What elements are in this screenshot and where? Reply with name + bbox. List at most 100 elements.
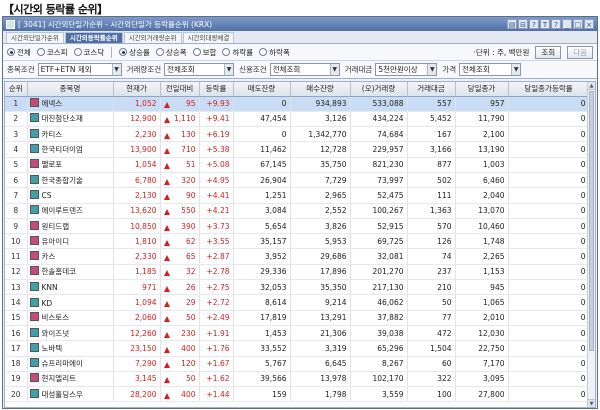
table-row[interactable]: 2 대진첨단소재 12,900 1,110 +9.41 47,454 3,126 434,22… [5,111,590,128]
help-icon[interactable]: ? [529,19,539,29]
radio-market-all[interactable]: 전체 [7,47,31,58]
maximize-icon[interactable]: □ [573,19,583,29]
stock-name[interactable]: 한솔홈데코 [42,267,77,276]
table-row[interactable]: 5 팰로포 1,054 51 +5.08 67,145 35,750 821,230 877 1,… [5,157,590,173]
table-row[interactable]: 16 와이즈넛 12,260 230 +1.91 1,453 21,306 39,038 472… [5,325,590,342]
stock-name[interactable]: 한국종합기술 [42,176,83,185]
stock-name[interactable]: 원티드랩 [42,222,70,231]
table-row[interactable]: 11 카스 2,330 65 +2.87 3,952 29,686 32,081 74 2,265… [5,248,590,265]
stock-name[interactable]: 대성홀딩스우 [42,390,83,399]
col-amount[interactable]: 거래대금 [407,82,456,97]
stock-name[interactable]: 와이즈넛 [42,329,70,338]
table-row[interactable]: 14 KD 1,094 29 +2.72 8,614 9,214 46,062 50 1,065 0 [5,294,590,311]
stock-name[interactable]: KD [42,299,53,308]
radio-market-kosdaq[interactable]: 코스닥 [73,47,104,58]
link-icon[interactable]: ▤ [507,19,517,29]
radio-fall-rate[interactable]: 하락률 [222,47,253,58]
info-icon[interactable]: ? [551,19,561,29]
cell-close: 10,460 [455,218,509,235]
radio-label: 보합 [202,47,217,57]
window-titlebar[interactable]: [ 3041] 시간외단일가순위 - 시간외단일가 등락률순위 (KRX) ▤ … [3,17,597,31]
table-row[interactable]: 12 한솔홈데코 1,185 32 +2.78 29,336 17,896 201,270 23… [5,264,590,281]
stock-name[interactable]: 에넥스 [42,99,63,108]
table-row[interactable]: 8 에이루트덴즈 13,620 550 +4.21 3,084 2,552 100,267 1,… [5,203,590,219]
radio-fall-amount[interactable]: 하락폭 [259,47,290,58]
cell-bid-qty: 3,126 [290,111,351,128]
stock-name[interactable]: CS [42,191,52,200]
cell-amount: 77 [407,310,456,326]
radio-market-kospi[interactable]: 코스피 [36,47,68,58]
table-row[interactable]: 6 한국종합기술 6,780 320 +4.95 26,904 7,729 73,997 502… [5,172,590,189]
tab-single-price-rank[interactable]: 시간외단일가순위 [6,32,64,43]
stock-name[interactable]: 한국티더이엄 [42,145,83,154]
stock-name[interactable]: 카스 [42,252,56,261]
stock-name[interactable]: 슈프리마에이 [42,359,83,368]
volume-condition-select[interactable]: 전체조회 ▼ [164,63,235,76]
cell-amount: 472 [407,325,456,342]
stock-name[interactable]: 유아이디 [42,237,70,246]
close-icon[interactable]: × [584,19,594,29]
stock-name[interactable]: 현지엘리트 [42,374,77,383]
next-button[interactable]: 다음 [567,45,593,59]
pin-icon[interactable]: T [540,19,550,29]
price-select[interactable]: 전체조회 ▼ [459,63,522,76]
scroll-down-icon[interactable]: ▼ [588,399,595,407]
col-close[interactable]: 당일종가 [455,82,509,97]
trade-amount-select[interactable]: 5천만원이상 ▼ [375,63,438,76]
cell-close-rate: 0 [508,172,590,189]
table-row[interactable]: 10 유아이디 1,810 62 +3.55 35,157 5,953 69,725 126 1,… [5,233,590,250]
col-volume[interactable]: (오)거래량 [350,82,408,97]
stock-condition-select[interactable]: ETF+ETN 제외 ▼ [37,63,122,76]
table-row[interactable]: 4 한국티더이엄 13,900 710 +5.38 11,462 12,728 229,957… [5,141,590,158]
tab-block-trade[interactable]: 시간외대량체결 [182,32,235,43]
stock-name[interactable]: 팰로포 [42,160,63,169]
table-row[interactable]: 3 카티스 2,230 130 +6.19 0 1,342,770 74,684 167 2,10… [5,126,590,143]
cell-bid-qty: 12,728 [290,141,351,158]
tab-volume-rank[interactable]: 시간외거래량순위 [123,32,182,43]
vertical-scrollbar[interactable]: ▲ ▼ [587,82,595,407]
col-rate[interactable]: 등락률 [199,82,234,97]
table-row[interactable]: 7 CS 2,130 90 +4.41 1,251 2,965 52,475 111 2,040 0 [5,187,590,204]
stock-name[interactable]: KNN [42,283,58,292]
tab-change-rate-rank[interactable]: 시간외등락률순위 [64,32,123,43]
table-row[interactable]: 18 슈프리마에이 7,290 120 +1.67 5,767 6,645 8,267 60 7,… [5,356,590,372]
cell-amount: 210 [407,279,456,296]
cell-amount: 74 [407,248,456,265]
minimize-icon[interactable]: _ [562,19,572,29]
query-button[interactable]: 조회 [535,45,562,59]
table-row[interactable]: 19 현지엘리트 3,145 50 +1.62 39,566 13,978 102,170 32… [5,371,590,388]
col-close-rate[interactable]: 당일종가등락률 [508,82,590,97]
col-name[interactable]: 종목명 [27,82,114,97]
cell-name: CS [27,187,114,204]
cell-amount: 50 [407,294,456,311]
col-ask-qty[interactable]: 매도잔량 [233,82,291,97]
table-row[interactable]: 1 에넥스 1,052 95 +9.93 0 934,893 533,088 557 957 0 [5,96,590,112]
stock-name[interactable]: 대진첨단소재 [42,114,83,123]
radio-rise-amount[interactable]: 상승폭 [155,47,187,58]
table-row[interactable]: 15 비스토스 2,060 50 +2.49 17,819 13,291 37,882 77 2,… [5,310,590,326]
radio-unchanged[interactable]: 보합 [192,47,217,58]
credit-condition-select[interactable]: 전체조회 ▼ [269,63,340,76]
table-row[interactable]: 9 원티드랩 10,850 390 +3.73 5,654 3,826 52,915 570 10… [5,218,590,235]
table-row[interactable]: 17 노바텍 23,150 400 +1.76 33,552 3,319 65,296 1,50… [5,340,590,357]
table-row[interactable]: 13 KNN 971 26 +2.75 32,053 35,350 217,130 210 945… [5,279,590,296]
radio-rise-rate[interactable]: 상승률 [119,47,150,58]
col-change[interactable]: 전일대비 [160,82,200,97]
stock-name[interactable]: 비스토스 [42,313,70,322]
cell-volume: 46,062 [350,294,408,311]
col-rank[interactable]: 순위 [5,82,28,97]
layout-icon[interactable]: ⊟ [518,19,528,29]
stock-name[interactable]: 카티스 [42,130,63,139]
change-value: 32 [185,267,196,277]
scroll-up-icon[interactable]: ▲ [588,82,595,90]
table-row[interactable]: 20 대성홀딩스우 28,200 400 +1.44 159 1,798 3,559 100 27… [5,386,590,403]
radio-label: 상승률 [129,47,150,57]
cell-bid-qty: 21,306 [290,325,351,342]
stock-name[interactable]: 에이루트덴즈 [42,206,83,215]
stock-name[interactable]: 노바텍 [42,344,63,353]
scroll-thumb[interactable] [589,91,594,351]
cell-price: 2,130 [113,187,161,204]
col-bid-qty[interactable]: 매수잔량 [290,82,351,97]
col-price[interactable]: 현재가 [113,82,161,97]
cell-rank: 6 [5,172,28,189]
